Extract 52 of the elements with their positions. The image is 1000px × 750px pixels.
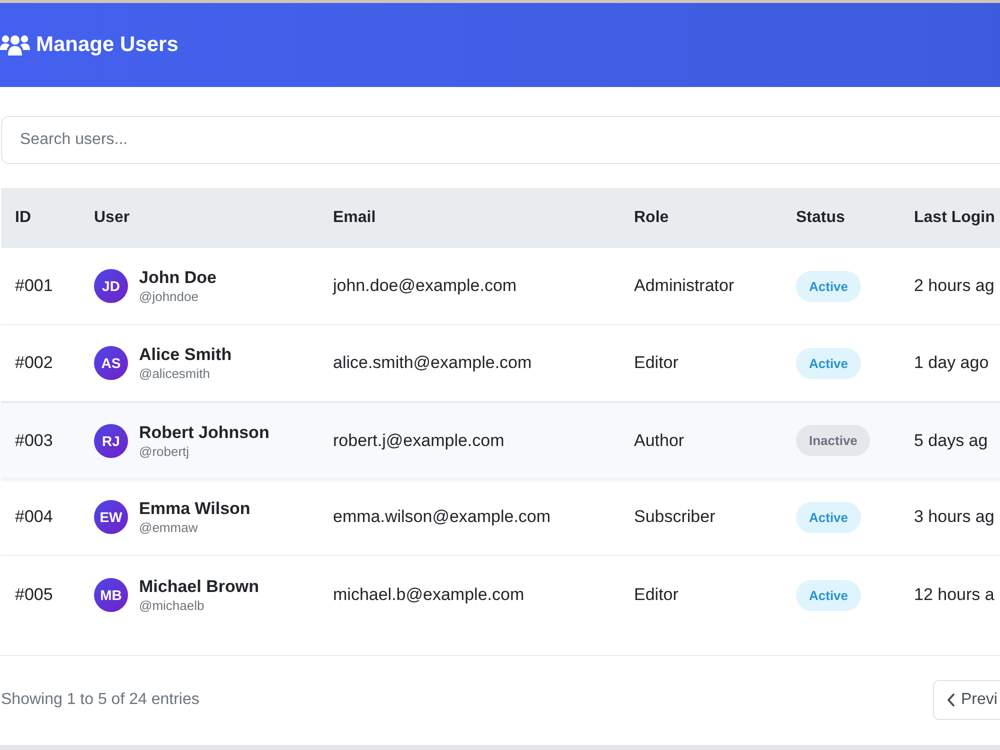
last-login-cell-text: 2 hours ag — [914, 276, 996, 296]
column-header: User — [94, 209, 131, 227]
email-cell-text: michael.b@example.com — [333, 585, 526, 605]
entries-summary: Showing 1 to 5 of 24 entries — [1, 690, 200, 708]
user-avatar: EW — [94, 500, 128, 534]
id-cell-text: #005 — [14, 585, 54, 605]
user-avatar: MB — [94, 578, 128, 612]
role-cell-text: Administrator — [634, 276, 736, 296]
last-login-cell-text: 1 day ago — [914, 353, 990, 373]
user-handle: @johndoe — [139, 289, 200, 304]
column-header: Email — [333, 209, 377, 227]
role-cell-text: Editor — [634, 585, 680, 605]
user-handle: @robertj — [139, 444, 190, 458]
user-handle: @michaelb — [139, 598, 206, 613]
user-name: Alice Smith — [139, 345, 232, 365]
email-cell-text: emma.wilson@example.com — [333, 507, 552, 527]
status-badge: Inactive — [796, 425, 870, 456]
status-badge: Active — [796, 348, 862, 378]
email-cell-text: john.doe@example.com — [333, 276, 518, 296]
email-cell-text: robert.j@example.com — [333, 430, 506, 450]
search-field[interactable]: Search users... — [1, 116, 1000, 164]
status-badge: Active — [796, 270, 862, 302]
chevron-left-icon — [947, 692, 955, 706]
status-badge: Active — [796, 502, 862, 532]
status-badge: Active — [796, 580, 862, 610]
id-cell-text: #001 — [14, 276, 54, 296]
user-name: Michael Brown — [139, 577, 259, 597]
role-cell-text: Author — [634, 430, 686, 450]
user-handle: @alicesmith — [139, 366, 211, 381]
page-title: Manage Users — [36, 32, 178, 58]
column-header: Status — [796, 209, 846, 227]
last-login-cell-text: 5 days ag — [914, 430, 989, 450]
role-cell-text: Subscriber — [634, 507, 716, 527]
user-avatar: JD — [94, 269, 128, 303]
last-login-cell-text: 3 hours ag — [914, 507, 996, 527]
column-header: ID — [14, 209, 32, 227]
id-cell-text: #003 — [14, 430, 54, 450]
id-cell-text: #004 — [14, 507, 54, 527]
last-login-cell-text: 12 hours a — [914, 585, 996, 605]
user-name: Emma Wilson — [139, 499, 250, 519]
user-name: Robert Johnson — [139, 422, 270, 442]
role-cell-text: Editor — [634, 353, 680, 373]
user-name: John Doe — [139, 268, 216, 288]
users-icon — [0, 33, 30, 57]
user-handle: @emmaw — [139, 520, 199, 535]
user-avatar: RJ — [94, 424, 128, 458]
id-cell-text: #002 — [14, 353, 54, 373]
email-cell-text: alice.smith@example.com — [333, 353, 533, 373]
pagination-button[interactable]: Previ — [933, 680, 1000, 720]
column-header: Role — [634, 209, 670, 227]
user-avatar: AS — [94, 346, 128, 380]
column-header: Last Login — [914, 209, 996, 227]
